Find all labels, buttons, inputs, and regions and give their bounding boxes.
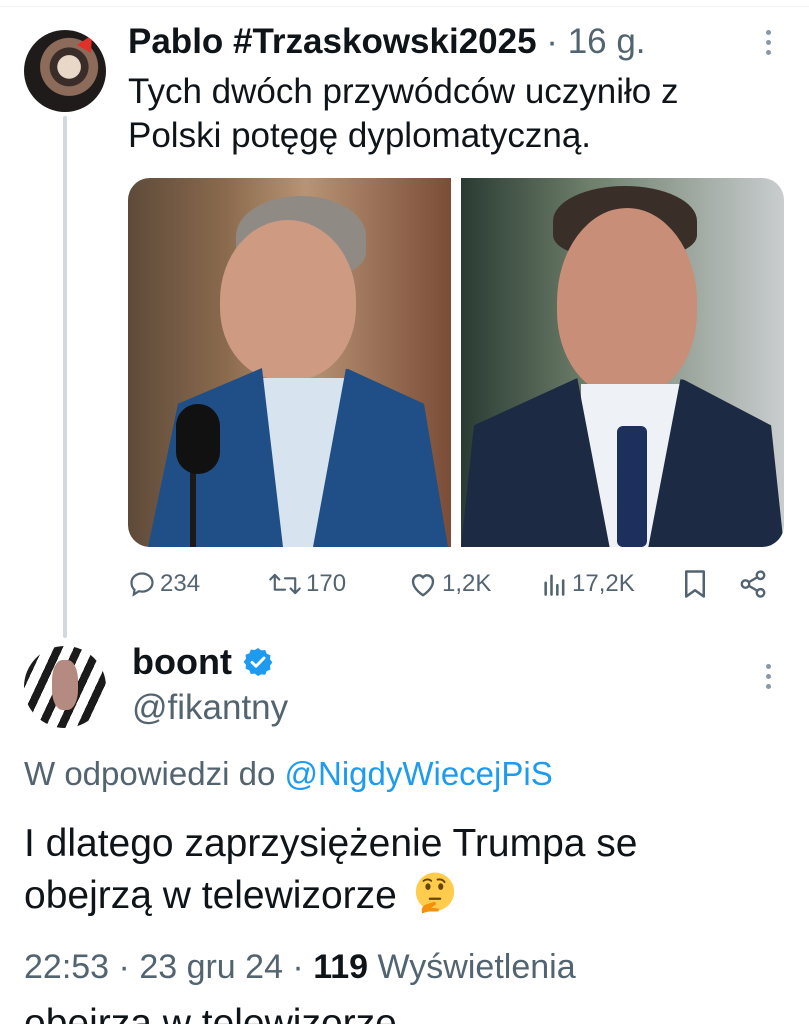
views-action[interactable]: 17,2K <box>542 566 635 602</box>
reply-name-row: boont <box>132 640 274 684</box>
parent-avatar[interactable] <box>24 30 106 112</box>
reply-more-button[interactable] <box>758 664 778 698</box>
meta-separator-2: · <box>282 948 314 986</box>
views-count: 17,2K <box>572 570 635 597</box>
share-action[interactable] <box>738 566 768 602</box>
thinking-face-icon <box>415 872 454 914</box>
replying-to-mention[interactable]: @NigdyWiecejPiS <box>284 755 552 792</box>
parent-actions-bar: 234 170 1,2K 17,2K <box>128 566 778 602</box>
parent-more-button[interactable] <box>758 30 778 64</box>
verified-badge-icon <box>243 648 273 676</box>
photo-left[interactable] <box>128 178 451 547</box>
reply-action[interactable]: 234 <box>128 566 200 602</box>
cut-off-text-row: obejrzą w telewizorze <box>0 992 809 1024</box>
parent-tweet-text: Tych dwóch przywódców uczyniło z Polski … <box>128 72 679 155</box>
thread-line <box>63 116 67 638</box>
share-icon <box>740 570 766 598</box>
like-count: 1,2K <box>442 570 492 597</box>
repost-icon <box>269 573 301 595</box>
reply-views-label: Wyświetlenia <box>377 948 576 986</box>
reply-meta-line: 22:53 · 23 gru 24 · 119 Wyświetlenia <box>24 944 576 990</box>
meta-separator-1: · <box>109 948 140 986</box>
repost-action[interactable]: 170 <box>268 566 346 602</box>
parent-display-name[interactable]: Pablo #Trzaskowski2025 <box>128 22 537 61</box>
parent-header: Pablo #Trzaskowski2025 · 16 g. <box>128 20 646 64</box>
more-vertical-icon <box>758 30 778 55</box>
photo-right[interactable] <box>461 178 784 547</box>
parent-timestamp[interactable]: 16 g. <box>568 22 646 61</box>
reply-views-count: 119 <box>313 948 369 986</box>
header-separator: · <box>536 22 568 61</box>
top-divider <box>0 0 809 7</box>
reply-tweet-text: I dlatego zaprzysiężenie Trumpa se obejr… <box>24 818 764 922</box>
reply-text-content: I dlatego zaprzysiężenie Trumpa se obejr… <box>24 822 638 917</box>
replying-to-prefix: W odpowiedzi do <box>24 755 285 792</box>
reply-count: 234 <box>160 570 201 597</box>
replying-to-line: W odpowiedzi do @NigdyWiecejPiS <box>24 752 553 796</box>
views-chart-icon <box>544 574 565 596</box>
reply-time[interactable]: 22:53 <box>24 948 109 986</box>
reply-handle[interactable]: @fikantny <box>132 686 288 730</box>
bookmark-icon <box>685 570 705 598</box>
repost-count: 170 <box>306 570 347 597</box>
reply-date[interactable]: 23 gru 24 <box>139 948 283 986</box>
cut-off-text: obejrzą w telewizorze <box>24 1002 397 1024</box>
reply-avatar[interactable] <box>24 646 106 728</box>
more-vertical-icon <box>758 664 778 689</box>
reply-display-name[interactable]: boont <box>132 640 232 684</box>
heart-icon <box>411 574 435 597</box>
reply-icon <box>130 572 154 597</box>
parent-media[interactable] <box>128 178 784 547</box>
like-action[interactable]: 1,2K <box>408 566 491 602</box>
bookmark-action[interactable] <box>682 566 708 602</box>
